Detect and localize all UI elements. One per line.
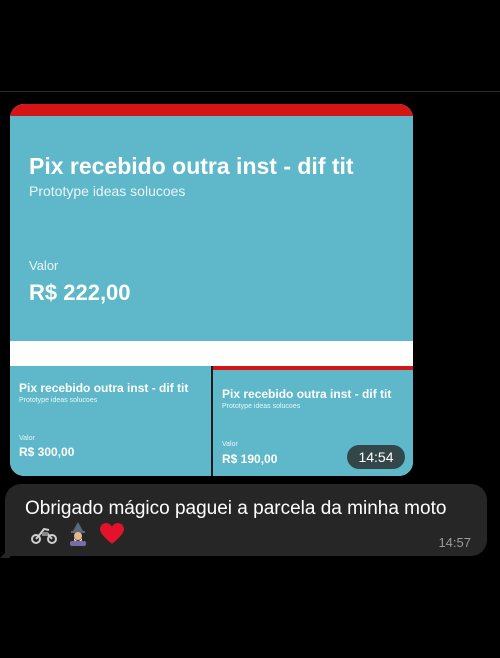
message-body: Obrigado mágico paguei a parcela da minh… xyxy=(25,495,475,554)
receipt-amount: R$ 300,00 xyxy=(19,445,75,459)
receipt-subtitle: Prototype ideas solucoes xyxy=(19,397,98,404)
message-timestamp: 14:57 xyxy=(438,535,471,550)
message-emojis xyxy=(31,522,130,554)
receipt-value-label: Valor xyxy=(29,258,59,273)
receipt-header-bar xyxy=(10,104,413,116)
pix-receipt-card-main: Pix recebido outra inst - dif tit Protot… xyxy=(10,104,413,341)
pix-receipt-card-1: Pix recebido outra inst - dif tit Protot… xyxy=(10,366,211,476)
receipt-title: Pix recebido outra inst - dif tit xyxy=(29,153,354,179)
message-bubble[interactable]: Obrigado mágico paguei a parcela da minh… xyxy=(5,484,487,556)
chat-divider xyxy=(0,91,500,92)
receipt-value-label: Valor xyxy=(222,441,238,448)
receipt-value-label: Valor xyxy=(19,435,35,442)
receipt-amount: R$ 190,00 xyxy=(222,452,278,466)
image-attachment[interactable]: Pix recebido outra inst - dif tit Protot… xyxy=(10,104,413,476)
message-text: Obrigado mágico paguei a parcela da minh… xyxy=(25,498,447,519)
wizard-icon xyxy=(68,522,88,554)
receipt-title: Pix recebido outra inst - dif tit xyxy=(19,381,189,395)
receipt-title: Pix recebido outra inst - dif tit xyxy=(222,387,392,401)
image-timestamp: 14:54 xyxy=(347,445,405,469)
receipt-amount: R$ 222,00 xyxy=(29,280,131,305)
motorcycle-icon xyxy=(31,525,57,552)
receipt-header-bar xyxy=(213,366,413,370)
heart-icon xyxy=(99,523,124,553)
receipt-subtitle: Prototype ideas solucoes xyxy=(222,403,301,410)
image-gap xyxy=(10,341,413,364)
receipt-subtitle: Prototype ideas solucoes xyxy=(29,183,186,199)
